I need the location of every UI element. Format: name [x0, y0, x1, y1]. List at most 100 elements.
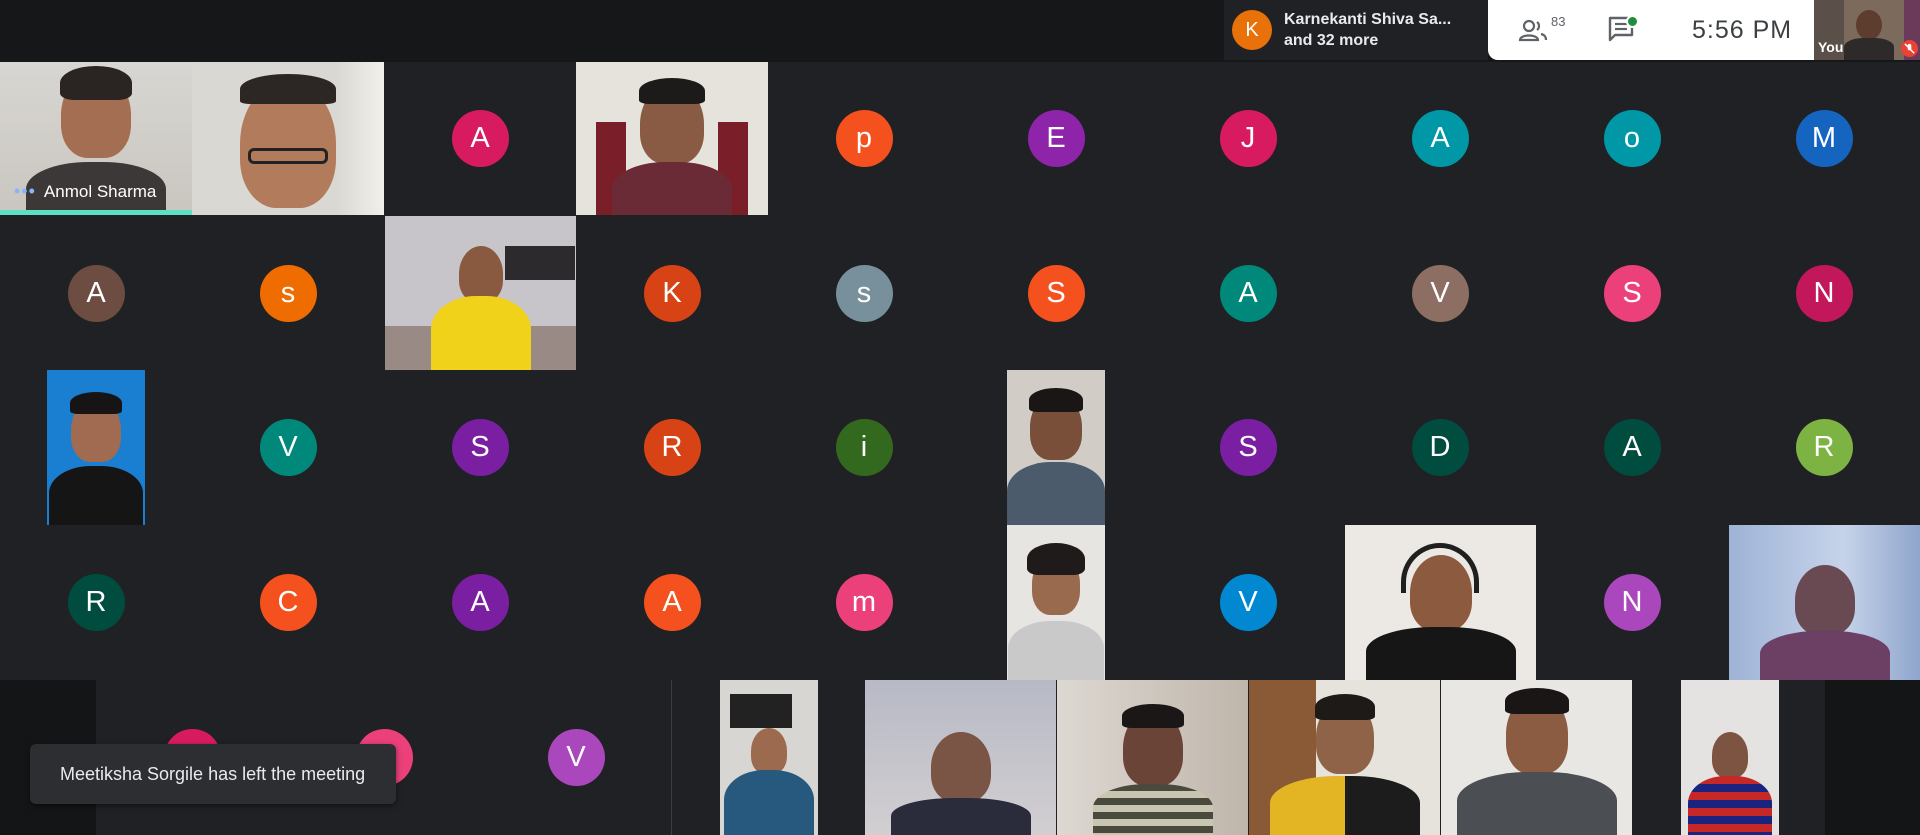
notification-toast: Meetiksha Sorgile has left the meeting — [30, 744, 396, 804]
mic-off-icon — [1901, 40, 1918, 57]
participant-avatar: A — [67, 264, 125, 322]
chat-unread-dot — [1626, 15, 1639, 28]
participant-tile[interactable]: E — [960, 62, 1152, 215]
participant-tile[interactable]: R — [0, 525, 192, 680]
participant-tile[interactable]: N — [1536, 525, 1728, 680]
participant-avatar: R — [643, 419, 701, 476]
participant-avatar: R — [67, 574, 125, 631]
participant-tile[interactable]: A — [576, 525, 768, 680]
participant-name: Anmol Sharma — [43, 181, 157, 201]
participant-avatar: S — [1219, 419, 1277, 476]
people-count: 83 — [1551, 14, 1566, 29]
participant-tile[interactable]: p — [768, 62, 960, 215]
participant-tile[interactable]: K — [576, 216, 768, 370]
video-tile[interactable] — [1681, 680, 1779, 835]
participant-avatar: i — [835, 419, 893, 476]
video-tile[interactable] — [720, 680, 818, 835]
chat-button[interactable] — [1606, 14, 1639, 46]
participant-tile[interactable]: M — [1728, 62, 1920, 215]
participant-avatar: S — [1603, 264, 1661, 322]
video-tile[interactable] — [865, 680, 1056, 835]
participant-avatar: V — [1219, 574, 1277, 631]
participant-tile[interactable]: S — [384, 370, 576, 525]
participant-avatar: K — [643, 264, 701, 322]
participant-avatar: s — [835, 264, 893, 322]
participant-avatar: N — [1795, 264, 1853, 322]
participant-avatar: A — [1411, 110, 1469, 167]
participant-avatar: A — [643, 574, 701, 631]
participant-tile[interactable]: A — [1152, 216, 1344, 370]
participant-avatar: s — [259, 264, 317, 322]
video-tile[interactable] — [1057, 680, 1248, 835]
participant-tile[interactable]: A — [384, 525, 576, 680]
video-tile[interactable] — [1007, 525, 1105, 680]
participant-tile[interactable]: S — [1152, 370, 1344, 525]
participant-avatar: A — [451, 574, 509, 631]
participant-avatar: V — [259, 419, 317, 476]
video-tile-anmol-sharma[interactable]: ••• Anmol Sharma — [0, 62, 192, 215]
video-tile[interactable] — [1249, 680, 1440, 835]
video-tile[interactable] — [1007, 370, 1105, 525]
participant-tile[interactable]: R — [1728, 370, 1920, 525]
participant-avatar: A — [451, 110, 509, 167]
clock: 5:56 PM — [1692, 16, 1793, 44]
presenter-chip[interactable]: K Karnekanti Shiva Sa... and 32 more — [1224, 0, 1488, 60]
participant-avatar: A — [1603, 419, 1661, 476]
participant-avatar: J — [1219, 110, 1277, 167]
presenter-name: Karnekanti Shiva Sa... — [1284, 11, 1452, 28]
video-tile[interactable] — [1729, 525, 1920, 680]
meeting-controls: 83 5:56 PM — [1488, 0, 1814, 60]
participant-avatar: A — [1219, 264, 1277, 322]
presenter-avatar: K — [1232, 10, 1272, 50]
participant-tile[interactable]: V — [1344, 216, 1536, 370]
participant-tile[interactable]: S — [1536, 216, 1728, 370]
participant-tile[interactable]: s — [768, 216, 960, 370]
participant-avatar: C — [259, 574, 317, 631]
presenter-text: Karnekanti Shiva Sa... and 32 more — [1284, 9, 1451, 51]
participant-tile[interactable]: J — [1152, 62, 1344, 215]
self-video-tile[interactable]: You — [1814, 0, 1920, 60]
participant-avatar: p — [835, 110, 893, 167]
participant-tile[interactable]: D — [1344, 370, 1536, 525]
speaking-highlight — [0, 210, 192, 215]
participant-tile[interactable]: m — [768, 525, 960, 680]
participant-label: ••• Anmol Sharma — [14, 181, 156, 202]
participant-avatar: S — [451, 419, 509, 476]
people-icon — [1518, 19, 1548, 42]
participant-avatar: M — [1795, 110, 1853, 167]
presenter-more: and 32 more — [1284, 32, 1379, 49]
participant-tile[interactable]: A — [1536, 370, 1728, 525]
participant-avatar: V — [547, 729, 605, 786]
participant-tile[interactable]: N — [1728, 216, 1920, 370]
participant-tile[interactable]: A — [384, 62, 576, 215]
participant-avatar: E — [1027, 110, 1085, 167]
participant-avatar: m — [835, 574, 893, 631]
participant-tile[interactable]: R — [576, 370, 768, 525]
participant-tile[interactable]: i — [768, 370, 960, 525]
video-tile[interactable] — [1441, 680, 1632, 835]
video-tile[interactable] — [192, 62, 384, 215]
participant-tile[interactable]: C — [192, 525, 384, 680]
video-tile[interactable] — [47, 370, 145, 525]
video-tile[interactable] — [385, 216, 576, 370]
participant-tile[interactable]: V — [480, 680, 672, 835]
participant-tile[interactable]: S — [960, 216, 1152, 370]
self-label: You — [1818, 39, 1844, 55]
participant-tile[interactable]: A — [0, 216, 192, 370]
participant-avatar: V — [1411, 264, 1469, 322]
toast-message: Meetiksha Sorgile has left the meeting — [60, 763, 366, 784]
participant-avatar: N — [1603, 574, 1661, 631]
participant-tile[interactable]: o — [1536, 62, 1728, 215]
participant-avatar: S — [1027, 264, 1085, 322]
audio-indicator-icon: ••• — [14, 181, 36, 201]
video-tile[interactable] — [576, 62, 768, 215]
participant-avatar: o — [1603, 110, 1661, 167]
participant-tile[interactable]: V — [192, 370, 384, 525]
participant-avatar: D — [1411, 419, 1469, 476]
participant-tile[interactable]: A — [1344, 62, 1536, 215]
people-button[interactable]: 83 — [1518, 14, 1576, 46]
video-tile[interactable] — [1345, 525, 1536, 680]
participant-tile[interactable]: V — [1152, 525, 1344, 680]
participant-avatar: R — [1795, 419, 1853, 476]
participant-tile[interactable]: s — [192, 216, 384, 370]
